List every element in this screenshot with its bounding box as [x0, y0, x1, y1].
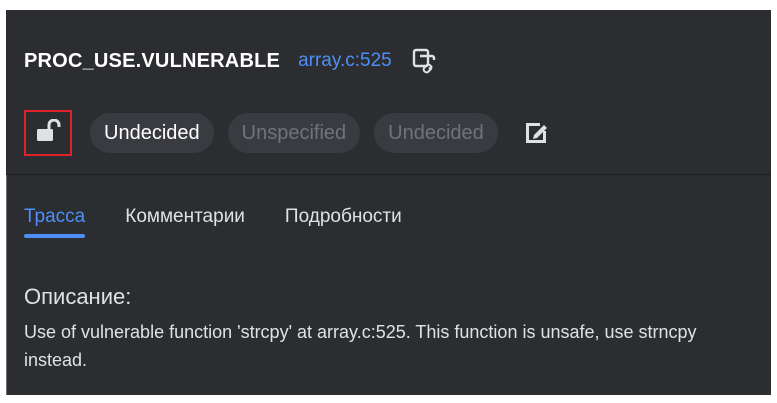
issue-panel: PROC_USE.VULNERABLE array.c:525 Undecide… — [6, 10, 771, 395]
panel-left-border — [6, 175, 7, 395]
issue-header: PROC_USE.VULNERABLE array.c:525 — [24, 48, 438, 74]
edit-icon[interactable] — [522, 119, 550, 147]
location-link[interactable]: array.c:525 — [298, 50, 392, 72]
unlock-icon — [35, 118, 61, 148]
status-pill-severity[interactable]: Unspecified — [227, 113, 361, 153]
tab-details[interactable]: Подробности — [285, 206, 402, 238]
detail-tabs: Трасса Комментарии Подробности — [24, 206, 442, 238]
description-title: Описание: — [24, 284, 132, 309]
lock-toggle-button[interactable] — [24, 110, 72, 156]
status-pill-resolution[interactable]: Undecided — [374, 113, 498, 153]
status-row: Undecided Unspecified Undecided — [24, 110, 550, 156]
tab-trace[interactable]: Трасса — [24, 206, 86, 238]
checker-name: PROC_USE.VULNERABLE — [24, 49, 281, 72]
description-text: Use of vulnerable function 'strcpy' at a… — [24, 322, 697, 370]
section-divider — [6, 174, 771, 175]
status-pill-status[interactable]: Undecided — [90, 113, 214, 153]
copy-link-icon[interactable] — [412, 48, 438, 74]
tab-comments[interactable]: Комментарии — [125, 206, 245, 238]
